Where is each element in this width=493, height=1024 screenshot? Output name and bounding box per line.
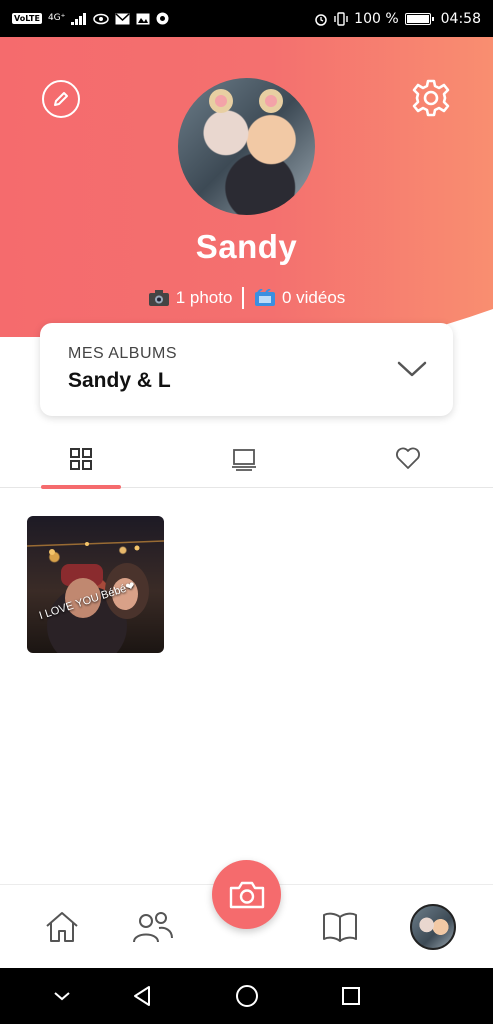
vibrate-icon — [334, 11, 348, 26]
settings-button[interactable] — [411, 78, 451, 118]
album-selector[interactable]: MES ALBUMS Sandy & L — [40, 323, 453, 416]
album-selector-value: Sandy & L — [68, 369, 171, 392]
album-selector-label: MES ALBUMS — [68, 345, 178, 362]
home-button[interactable] — [233, 982, 261, 1010]
photo-scene — [27, 540, 164, 653]
signal-icon — [71, 12, 87, 25]
alarm-icon — [315, 13, 327, 26]
content-tabs — [0, 437, 493, 489]
bear-ears-filter — [209, 89, 283, 113]
nav-stories[interactable] — [318, 905, 362, 949]
grid-icon — [70, 448, 92, 470]
home-icon — [46, 912, 78, 942]
friends-icon — [133, 912, 173, 943]
back-button[interactable] — [128, 982, 156, 1010]
tab-slideshow[interactable] — [204, 437, 284, 488]
profile-screen: VoLTE 4G⁺ 100 % 04:58 Sandy 1 photo 0 vi… — [0, 0, 493, 1024]
camera-button[interactable] — [212, 860, 281, 929]
photo-count: 1 photo — [148, 288, 233, 308]
chevron-down-icon — [397, 361, 427, 377]
gallery-icon — [136, 13, 150, 24]
mail-icon — [115, 12, 130, 24]
status-bar: VoLTE 4G⁺ 100 % 04:58 — [0, 0, 493, 37]
clock: 04:58 — [440, 10, 481, 27]
eye-icon — [93, 13, 110, 24]
battery-icon — [404, 12, 434, 25]
system-navigation-bar — [0, 968, 493, 1024]
slideshow-icon — [232, 449, 256, 471]
nav-home[interactable] — [40, 905, 84, 949]
back-triangle-icon — [134, 986, 150, 1006]
video-emoji-icon — [254, 289, 275, 306]
profile-name: Sandy — [195, 228, 298, 265]
camera-icon — [229, 881, 264, 908]
video-count-label: 0 vidéos — [281, 288, 346, 307]
camera-emoji-icon — [148, 290, 169, 306]
gear-icon — [412, 79, 450, 117]
edit-profile-button[interactable] — [42, 80, 80, 118]
chevron-down-icon — [54, 992, 70, 1001]
book-icon — [323, 912, 357, 942]
hide-keyboard-button[interactable] — [48, 982, 76, 1010]
photo-thumbnail[interactable]: I LOVE YOU Bébé❤ — [27, 516, 164, 653]
stats-divider — [242, 287, 244, 309]
tab-grid[interactable] — [41, 437, 121, 489]
heart-icon — [396, 447, 420, 469]
media-stats: 1 photo 0 vidéos — [0, 287, 493, 309]
recents-square-icon — [342, 987, 360, 1005]
home-circle-icon — [236, 985, 258, 1007]
network-type: 4G⁺ — [47, 13, 66, 23]
volte-badge: VoLTE — [12, 13, 42, 24]
tab-favorites[interactable] — [368, 437, 448, 488]
nav-profile-avatar[interactable] — [410, 904, 456, 950]
app-icon — [156, 12, 169, 25]
photo-count-label: 1 photo — [175, 288, 233, 307]
recents-button[interactable] — [337, 982, 365, 1010]
nav-friends[interactable] — [131, 905, 175, 949]
battery-percent: 100 % — [354, 10, 399, 27]
profile-avatar[interactable] — [178, 78, 315, 215]
video-count: 0 vidéos — [254, 288, 345, 308]
status-left: VoLTE 4G⁺ — [12, 12, 169, 25]
status-right: 100 % 04:58 — [314, 11, 481, 27]
pencil-icon — [54, 92, 68, 106]
